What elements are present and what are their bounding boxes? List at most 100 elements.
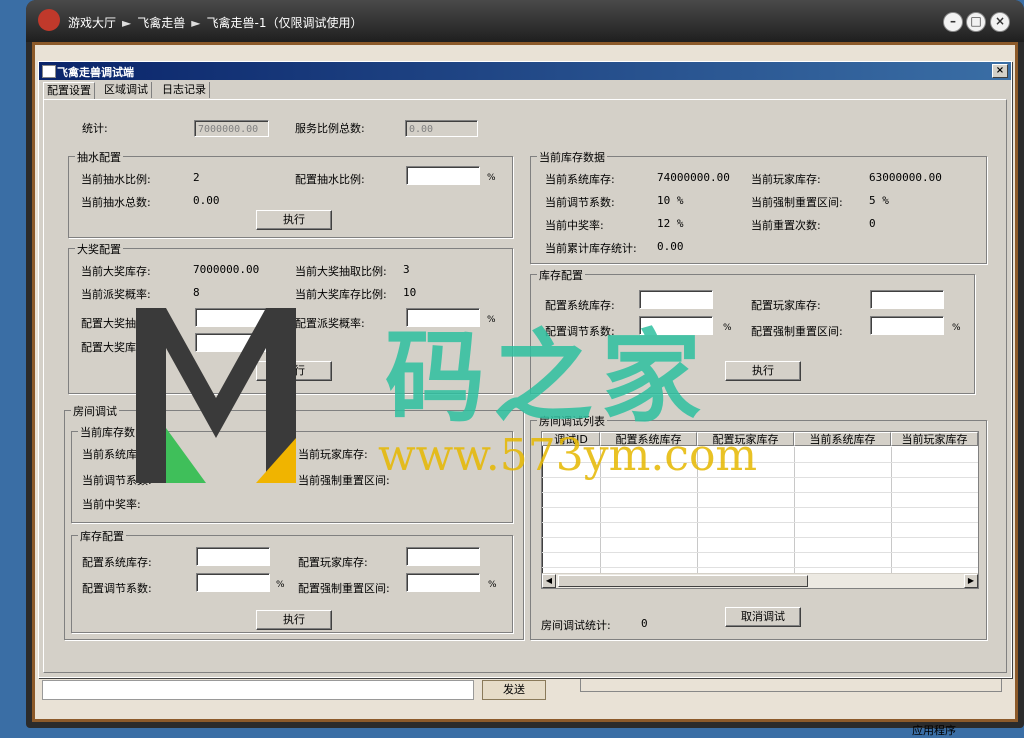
- minimize-icon[interactable]: –: [943, 12, 963, 32]
- cfg-player-stock-input[interactable]: [870, 290, 944, 309]
- service-ratio-label: 服务比例总数:: [295, 122, 365, 135]
- adj-coef-value: 10 %: [657, 194, 684, 207]
- chat-input[interactable]: [42, 680, 474, 700]
- grid-line: [542, 492, 978, 493]
- room-debug-title: 房间调试: [71, 403, 119, 419]
- percent-sign: %: [952, 323, 961, 333]
- adj-coef-label: 当前调节系数:: [545, 196, 615, 209]
- window-icon: [42, 65, 56, 78]
- chevron-right-icon: ►: [122, 16, 132, 30]
- col-cur-player-stock[interactable]: 当前玩家库存: [891, 432, 978, 446]
- win-rate-label: 当前中奖率:: [545, 219, 604, 232]
- cur-draw-ratio-label: 当前抽水比例:: [81, 173, 151, 186]
- cfg-draw-ratio-label: 配置抽水比例:: [295, 173, 365, 186]
- grid-line: [891, 447, 892, 574]
- room-cfg-adj-input[interactable]: [196, 573, 270, 592]
- scroll-left-icon[interactable]: ◀: [542, 574, 556, 588]
- reset-range-label: 当前强制重置区间:: [751, 196, 843, 209]
- stock-config-title: 库存配置: [537, 267, 585, 283]
- payout-prob-label: 当前派奖概率:: [81, 288, 151, 301]
- draw-config-title: 抽水配置: [75, 149, 123, 165]
- total-label: 统计:: [82, 122, 108, 135]
- tab-log[interactable]: 日志记录: [159, 82, 210, 98]
- draw-exec-button[interactable]: 执行: [256, 210, 332, 230]
- jackpot-stock-ratio-label: 当前大奖库存比例:: [295, 288, 387, 301]
- payout-prob-value: 8: [193, 286, 200, 299]
- grid-line: [794, 447, 795, 574]
- jackpot-draw-ratio-value: 3: [403, 263, 410, 276]
- grid-line: [542, 552, 978, 553]
- watermark-text: 码之家: [385, 318, 709, 436]
- stock-exec-button[interactable]: 执行: [725, 361, 801, 381]
- tab-config[interactable]: 配置设置: [43, 82, 95, 99]
- grid-line: [542, 507, 978, 508]
- taskbar-label: 应用程序: [912, 724, 956, 737]
- jackpot-stock-label: 当前大奖库存:: [81, 265, 151, 278]
- draw-total-label: 当前抽水总数:: [81, 196, 151, 209]
- percent-sign: %: [487, 173, 496, 183]
- sys-stock-label: 当前系统库存:: [545, 173, 615, 186]
- cfg-payout-prob-label: 配置派奖概率:: [295, 317, 365, 330]
- cfg-reset-range-input[interactable]: [870, 316, 944, 335]
- breadcrumb-item-game[interactable]: 飞禽走兽: [137, 16, 185, 30]
- room-player-stock-label: 当前玩家库存:: [298, 448, 368, 461]
- draw-config-group: 抽水配置 当前抽水比例: 2 配置抽水比例: % 当前抽水总数: 0.00 执行: [68, 149, 513, 238]
- cfg-draw-ratio-input[interactable]: [406, 166, 480, 185]
- dialog-title: 飞禽走兽调试端: [57, 66, 134, 79]
- room-config-group: 库存配置 配置系统库存: 配置玩家库存: 配置调节系数: % 配置强制重置区间:…: [71, 528, 513, 633]
- cfg-jackpot-draw-label: 配置大奖抽: [81, 317, 136, 330]
- draw-total-value: 0.00: [193, 194, 220, 207]
- stock-data-title: 当前库存数据: [537, 149, 607, 165]
- breadcrumb-item-lobby[interactable]: 游戏大厅: [68, 16, 116, 30]
- watermark-logo-icon: [136, 308, 296, 483]
- scroll-right-icon[interactable]: ▶: [964, 574, 978, 588]
- reset-count-label: 当前重置次数:: [751, 219, 821, 232]
- cur-draw-ratio-value: 2: [193, 171, 200, 184]
- room-stat-label: 房间调试统计:: [541, 619, 611, 632]
- restore-icon[interactable]: □: [966, 12, 986, 32]
- total-field: 7000000.00: [194, 120, 269, 137]
- room-stat-value: 0: [641, 617, 648, 630]
- room-stock-title: 当前库存数: [78, 424, 137, 440]
- chevron-right-icon: ►: [191, 16, 201, 30]
- room-cfg-player-input[interactable]: [406, 547, 480, 566]
- service-ratio-field: 0.00: [405, 120, 478, 137]
- grid-line: [542, 522, 978, 523]
- room-cfg-sys-input[interactable]: [196, 547, 270, 566]
- right-panel-frame: [580, 676, 1002, 692]
- grid-line: [542, 537, 978, 538]
- send-button[interactable]: 发送: [482, 680, 546, 700]
- grid-line: [542, 567, 978, 568]
- player-stock-value: 63000000.00: [869, 171, 942, 184]
- dialog-titlebar: 飞禽走兽调试端 ×: [39, 62, 1011, 80]
- room-cfg-adj-label: 配置调节系数:: [82, 582, 152, 595]
- percent-sign: %: [723, 323, 732, 333]
- cfg-player-stock-label: 配置玩家库存:: [751, 299, 821, 312]
- room-cfg-reset-input[interactable]: [406, 573, 480, 592]
- percent-sign: %: [276, 580, 285, 590]
- room-cfg-sys-label: 配置系统库存:: [82, 556, 152, 569]
- watermark-url: www.573ym.com: [378, 430, 758, 481]
- scroll-thumb[interactable]: [558, 575, 808, 587]
- sys-stock-value: 74000000.00: [657, 171, 730, 184]
- col-cur-sys-stock[interactable]: 当前系统库存: [794, 432, 891, 446]
- cfg-jackpot-stock-label: 配置大奖库: [81, 341, 136, 354]
- breadcrumb: 游戏大厅 ► 飞禽走兽 ► 飞禽走兽-1（仅限调试使用）: [68, 14, 362, 31]
- cancel-debug-button[interactable]: 取消调试: [725, 607, 801, 627]
- reset-count-value: 0: [869, 217, 876, 230]
- reset-range-value: 5 %: [869, 194, 889, 207]
- app-logo: [38, 9, 60, 31]
- win-rate-value: 12 %: [657, 217, 684, 230]
- horizontal-scrollbar[interactable]: ◀ ▶: [542, 573, 978, 588]
- cfg-reset-range-label: 配置强制重置区间:: [751, 325, 843, 338]
- tab-area-debug[interactable]: 区域调试: [101, 82, 152, 98]
- acc-stock-label: 当前累计库存统计:: [545, 242, 637, 255]
- room-config-title: 库存配置: [78, 528, 126, 544]
- jackpot-stock-value: 7000000.00: [193, 263, 260, 276]
- breadcrumb-item-room: 飞禽走兽-1（仅限调试使用）: [206, 16, 363, 30]
- room-exec-button[interactable]: 执行: [256, 610, 332, 630]
- close-icon[interactable]: ×: [990, 12, 1010, 32]
- dialog-close-button[interactable]: ×: [992, 64, 1008, 78]
- app-titlebar: 游戏大厅 ► 飞禽走兽 ► 飞禽走兽-1（仅限调试使用） – □ ×: [26, 0, 1024, 42]
- jackpot-draw-ratio-label: 当前大奖抽取比例:: [295, 265, 387, 278]
